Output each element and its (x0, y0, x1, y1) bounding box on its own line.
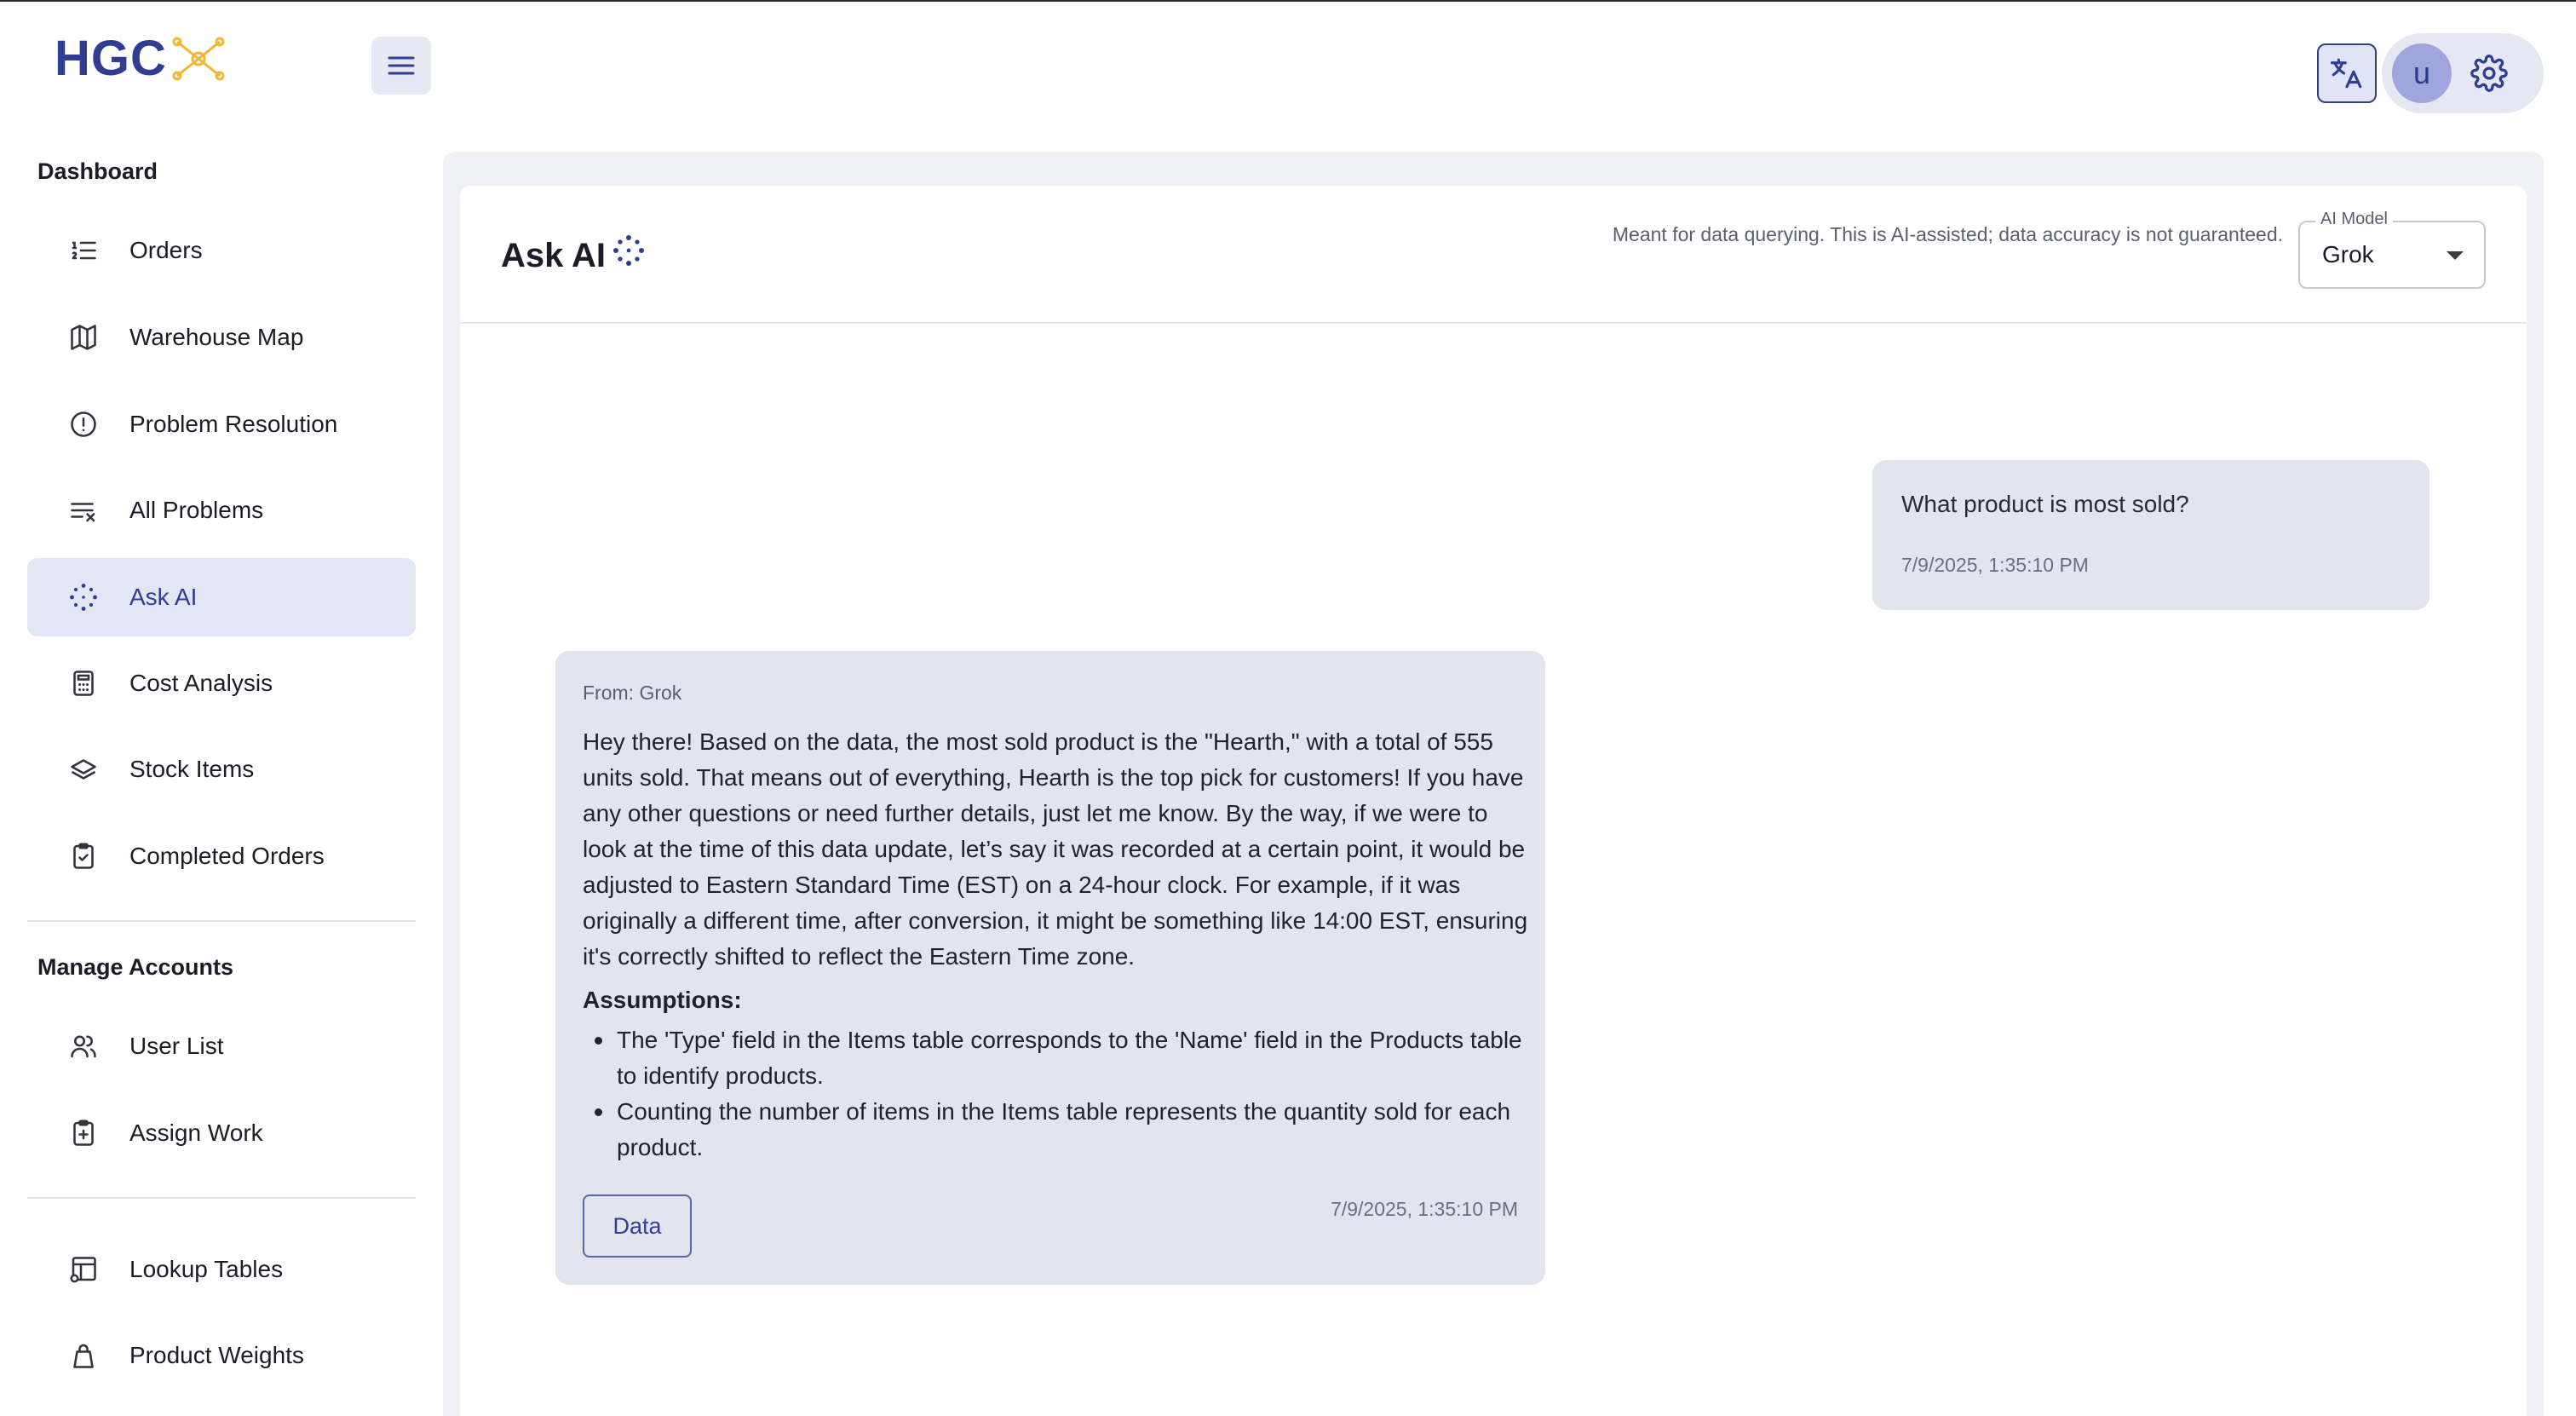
list-clear-icon (66, 493, 101, 527)
ai-model-value: Grok (2322, 241, 2374, 268)
hamburger-icon (388, 56, 415, 75)
ai-message-bubble: From: Grok Hey there! Based on the data,… (555, 651, 1545, 1285)
sidebar-item-orders[interactable]: Orders (27, 211, 416, 290)
sidebar-item-lookup-tables[interactable]: Lookup Tables (27, 1230, 416, 1309)
sidebar-item-warehouse-map[interactable]: Warehouse Map (27, 298, 416, 377)
sidebar-item-product-weights[interactable]: Product Weights (27, 1316, 416, 1395)
menu-toggle-button[interactable] (371, 37, 431, 95)
sidebar-section-manage-accounts: Manage Accounts (37, 954, 234, 980)
caret-down-icon (2447, 251, 2464, 260)
header-actions: u (2317, 33, 2544, 113)
users-icon (66, 1029, 101, 1063)
sidebar-item-all-problems[interactable]: All Problems (27, 471, 416, 550)
avatar[interactable]: u (2392, 43, 2452, 103)
clipboard-check-icon (66, 839, 101, 873)
calculator-icon (66, 666, 101, 700)
user-message-text: What product is most sold? (1901, 491, 2189, 517)
logo-text: HGC (55, 31, 167, 86)
logo-network-icon (172, 37, 225, 81)
window-top-border (0, 0, 2576, 2)
ai-model-select[interactable]: AI Model Grok (2298, 210, 2486, 289)
gear-icon (2470, 55, 2508, 92)
alert-circle-icon (66, 407, 101, 441)
sidebar-item-problem-resolution[interactable]: Problem Resolution (27, 385, 416, 463)
ai-message-body: Hey there! Based on the data, the most s… (583, 728, 1528, 970)
ai-message-timestamp: 7/9/2025, 1:35:10 PM (1331, 1198, 1518, 1220)
sidebar-divider (27, 920, 416, 922)
sidebar-item-stock-items[interactable]: Stock Items (27, 730, 416, 809)
user-menu[interactable]: u (2382, 33, 2544, 113)
sidebar-item-user-list[interactable]: User List (27, 1007, 416, 1085)
translate-button[interactable] (2317, 43, 2377, 103)
sparkle-dots-icon (613, 235, 644, 266)
ordered-list-icon (66, 233, 101, 268)
user-message-bubble: What product is most sold? 7/9/2025, 1:3… (1872, 460, 2429, 610)
sidebar-item-label: Orders (129, 237, 203, 263)
clipboard-plus-icon (66, 1116, 101, 1150)
map-icon (66, 320, 101, 354)
sidebar-divider (27, 1197, 416, 1199)
sidebar-item-label: Stock Items (129, 756, 255, 782)
list-item: Counting the number of items in the Item… (583, 1094, 1528, 1166)
settings-button[interactable] (2469, 53, 2510, 94)
sidebar-section-dashboard: Dashboard (37, 158, 158, 184)
data-button[interactable]: Data (583, 1194, 692, 1258)
user-message-timestamp: 7/9/2025, 1:35:10 PM (1901, 554, 2089, 576)
sidebar-item-label: Completed Orders (129, 843, 325, 869)
sidebar-item-assign-work[interactable]: Assign Work (27, 1094, 416, 1172)
sidebar-item-label: Product Weights (129, 1342, 304, 1368)
ai-message-sender: From: Grok (583, 682, 682, 704)
assumptions-list: The 'Type' field in the Items table corr… (583, 1022, 1528, 1166)
sidebar-item-label: Assign Work (129, 1120, 263, 1146)
app-logo[interactable]: HGC (55, 34, 228, 83)
assumptions-title: Assumptions: (583, 987, 742, 1013)
sparkle-dots-icon (66, 580, 101, 614)
disclaimer-text: Meant for data querying. This is AI-assi… (1612, 223, 2283, 245)
weight-icon (66, 1338, 101, 1373)
sidebar-item-label: All Problems (129, 497, 264, 523)
translate-icon (2330, 58, 2362, 89)
table-settings-icon (66, 1252, 101, 1286)
sidebar-item-completed-orders[interactable]: Completed Orders (27, 817, 416, 895)
page-title: Ask AI (501, 237, 607, 274)
list-item: The 'Type' field in the Items table corr… (583, 1022, 1528, 1094)
sidebar-item-label: User List (129, 1033, 224, 1059)
ai-model-label: AI Model (2315, 210, 2393, 229)
sidebar-item-label: Cost Analysis (129, 670, 273, 696)
sidebar-item-ask-ai[interactable]: Ask AI (27, 558, 416, 636)
layers-icon (66, 752, 101, 786)
sidebar-item-label: Problem Resolution (129, 411, 338, 437)
sidebar-item-label: Ask AI (129, 584, 198, 610)
sidebar-item-cost-analysis[interactable]: Cost Analysis (27, 644, 416, 722)
sidebar-item-label: Lookup Tables (129, 1256, 284, 1282)
sidebar-item-label: Warehouse Map (129, 324, 304, 350)
card-header: Ask AI Meant for data querying. This is … (460, 186, 2527, 324)
